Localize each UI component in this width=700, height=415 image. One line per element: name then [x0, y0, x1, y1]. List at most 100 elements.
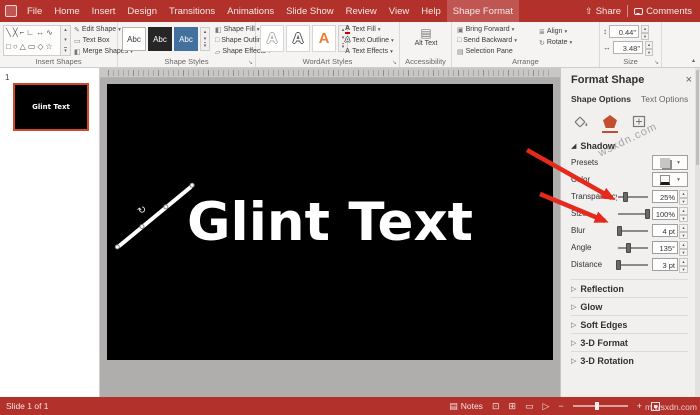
tab-review[interactable]: Review — [340, 0, 383, 22]
shape-style-preset-2[interactable]: Abc — [148, 27, 172, 51]
tab-transitions[interactable]: Transitions — [163, 0, 221, 22]
blur-spinner[interactable]: ▴ ▾ — [679, 224, 688, 239]
scrollbar-thumb[interactable] — [696, 70, 699, 165]
send-backward-button[interactable]: □ Send Backward ▾ — [456, 35, 534, 46]
wordart-preset-1[interactable]: A — [260, 25, 284, 52]
shape-styles-gallery-scroll[interactable]: ▴ ▾ ▾ — [200, 27, 210, 51]
wordart-preset-2[interactable]: A — [286, 25, 310, 52]
wordart-preset-3[interactable]: A — [312, 25, 336, 52]
distance-spinner[interactable]: ▴ ▾ — [679, 258, 688, 273]
fill-and-line-icon[interactable] — [573, 111, 589, 133]
tab-file[interactable]: File — [21, 0, 48, 22]
angle-slider[interactable] — [618, 242, 648, 253]
slider-thumb[interactable] — [615, 259, 621, 270]
rotate-handle-icon[interactable]: ↻ — [136, 204, 149, 218]
section-soft-edges[interactable]: ▷ Soft Edges — [571, 315, 688, 333]
angle-spinner[interactable]: ▴ ▾ — [679, 241, 688, 256]
share-button[interactable]: ⇧ Share — [585, 6, 621, 17]
transparency-slider[interactable] — [618, 191, 648, 202]
selection-handle[interactable] — [138, 223, 146, 231]
shadow-presets-dropdown[interactable]: ▾ — [652, 155, 688, 170]
tab-insert[interactable]: Insert — [86, 0, 122, 22]
pane-scrollbar[interactable] — [695, 68, 700, 397]
shape-outline-button[interactable]: □ Shape Outline ▾ — [214, 35, 270, 46]
tab-view[interactable]: View — [383, 0, 415, 22]
shape-effects-button[interactable]: ▱ Shape Effects ▾ — [214, 46, 271, 57]
text-outline-button[interactable]: A Text Outline ▾ — [344, 35, 398, 46]
section-3d-rotation[interactable]: ▷ 3-D Rotation — [571, 351, 688, 369]
shape-style-preset-3[interactable]: Abc — [174, 27, 198, 51]
shadow-section-header[interactable]: ◢ Shadow — [571, 141, 688, 151]
blur-value[interactable]: 4 pt — [652, 224, 678, 237]
shapes-gallery-row-lines[interactable]: ╲╳⌐∟↔∿ — [4, 26, 60, 40]
size-properties-icon[interactable] — [631, 111, 647, 133]
comments-button[interactable]: Comments — [634, 6, 692, 17]
horizontal-ruler[interactable] — [100, 68, 560, 78]
selection-handle[interactable] — [113, 243, 121, 251]
shapes-gallery-row-basic[interactable]: □○△▭◇☆ — [4, 40, 60, 54]
gallery-down-icon[interactable]: ▾ — [204, 36, 207, 42]
tab-help[interactable]: Help — [415, 0, 447, 22]
shadow-size-spinner[interactable]: ▴ ▾ — [679, 207, 688, 222]
merge-shapes-button[interactable]: ◧ Merge Shapes ▾ — [73, 46, 133, 57]
tab-animations[interactable]: Animations — [221, 0, 280, 22]
zoom-slider[interactable] — [572, 402, 628, 410]
transparency-value[interactable]: 25% — [652, 190, 678, 203]
shape-width-spinner[interactable]: ▴ ▾ — [645, 41, 653, 56]
shape-fill-button[interactable]: ◧ Shape Fill ▾ — [214, 24, 260, 35]
slide-text[interactable]: Glint Text — [187, 192, 473, 253]
selection-handle[interactable] — [188, 181, 196, 189]
alt-text-button[interactable]: ▤ Alt Text — [408, 26, 444, 47]
shape-height-field[interactable]: 0.44" — [609, 25, 639, 38]
bring-forward-button[interactable]: ▣ Bring Forward ▾ — [456, 24, 534, 35]
zoom-slider-thumb[interactable] — [594, 402, 599, 410]
angle-value[interactable]: 135° — [652, 241, 678, 254]
tab-shape-options[interactable]: Shape Options — [571, 94, 631, 104]
distance-value[interactable]: 3 pt — [652, 258, 678, 271]
slider-thumb[interactable] — [622, 191, 628, 202]
section-glow[interactable]: ▷ Glow — [571, 297, 688, 315]
section-3d-format[interactable]: ▷ 3-D Format — [571, 333, 688, 351]
shadow-color-dropdown[interactable]: ▾ — [652, 172, 688, 187]
shadow-size-value[interactable]: 100% — [652, 207, 678, 220]
slider-thumb[interactable] — [626, 242, 632, 253]
shapes-gallery[interactable]: ╲╳⌐∟↔∿ □○△▭◇☆ — [3, 25, 61, 56]
rotate-button[interactable]: ↻ Rotate ▾ — [538, 37, 596, 48]
tab-design[interactable]: Design — [121, 0, 163, 22]
align-button[interactable]: ≣ Align ▾ — [538, 26, 596, 37]
text-fill-button[interactable]: A Text Fill ▾ — [344, 24, 398, 35]
shapes-gallery-scroll[interactable]: ▴ ▾ ▾ — [61, 25, 71, 56]
gallery-up-icon[interactable]: ▴ — [64, 27, 67, 33]
tab-text-options[interactable]: Text Options — [641, 94, 688, 104]
effects-icon[interactable] — [602, 111, 618, 133]
slider-thumb[interactable] — [645, 208, 650, 219]
reading-view-button[interactable]: ▭ — [525, 401, 534, 412]
distance-slider[interactable] — [615, 259, 648, 270]
edit-shape-button[interactable]: ✎ Edit Shape ▾ — [73, 24, 121, 35]
text-box-button[interactable]: ▭ Text Box — [73, 35, 118, 46]
slider-thumb[interactable] — [616, 225, 622, 236]
section-reflection[interactable]: ▷ Reflection — [571, 279, 688, 297]
notes-button[interactable]: ▤ Notes — [449, 401, 483, 412]
slide-sorter-view-button[interactable]: ⊞ — [508, 401, 516, 412]
glint-shape[interactable]: ↻ — [113, 181, 196, 251]
fit-slide-to-window-icon[interactable] — [651, 401, 660, 411]
blur-slider[interactable] — [616, 225, 648, 236]
slideshow-button[interactable]: ▷ — [543, 401, 550, 412]
zoom-out-button[interactable]: − — [558, 401, 563, 411]
zoom-in-button[interactable]: + — [637, 401, 642, 411]
slide-thumbnail[interactable]: Glint Text — [13, 83, 89, 131]
shape-width-field[interactable]: 3.48" — [613, 41, 643, 54]
gallery-more-icon[interactable]: ▾ — [203, 42, 207, 49]
selection-handle[interactable] — [162, 203, 170, 211]
close-pane-button[interactable]: × — [686, 74, 692, 86]
tab-slide-show[interactable]: Slide Show — [280, 0, 340, 22]
tab-home[interactable]: Home — [48, 0, 85, 22]
normal-view-button[interactable]: ⊡ — [492, 401, 500, 412]
transparency-spinner[interactable]: ▴ ▾ — [679, 190, 688, 205]
gallery-more-icon[interactable]: ▾ — [64, 47, 67, 54]
shape-style-preset-1[interactable]: Abc — [122, 27, 146, 51]
gallery-up-icon[interactable]: ▴ — [204, 29, 207, 35]
selection-pane-button[interactable]: ▤ Selection Pane — [456, 46, 534, 57]
text-effects-button[interactable]: A Text Effects ▾ — [344, 46, 398, 57]
